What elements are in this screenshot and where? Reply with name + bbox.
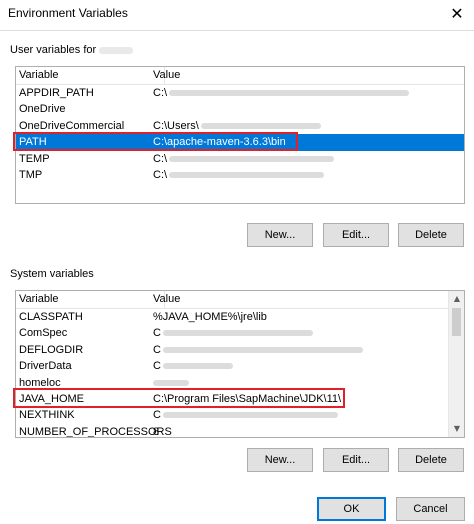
- title-divider: [0, 30, 474, 31]
- title-bar: Environment Variables ✕: [0, 0, 474, 30]
- list-item[interactable]: homeloc: [16, 375, 464, 391]
- list-item[interactable]: JAVA_HOME C:\Program Files\SapMachine\JD…: [16, 391, 464, 407]
- cancel-button[interactable]: Cancel: [396, 497, 465, 521]
- user-edit-button[interactable]: Edit...: [323, 223, 389, 247]
- list-item[interactable]: TEMP C:\: [16, 151, 464, 167]
- vertical-scrollbar[interactable]: ▲ ▼: [448, 291, 464, 437]
- list-item[interactable]: APPDIR_PATH C:\: [16, 85, 464, 101]
- list-item[interactable]: TMP C:\: [16, 167, 464, 183]
- close-icon[interactable]: ✕: [446, 3, 468, 25]
- ok-button[interactable]: OK: [317, 497, 386, 521]
- scroll-up-icon[interactable]: ▲: [449, 291, 464, 307]
- system-variables-list[interactable]: Variable Value CLASSPATH %JAVA_HOME%\jre…: [15, 290, 465, 438]
- scroll-down-icon[interactable]: ▼: [449, 421, 464, 437]
- user-variables-label: User variables for: [10, 44, 134, 56]
- system-list-header: Variable Value: [16, 291, 464, 309]
- list-item[interactable]: CLASSPATH %JAVA_HOME%\jre\lib: [16, 309, 464, 325]
- system-delete-button[interactable]: Delete: [398, 448, 464, 472]
- user-new-button[interactable]: New...: [247, 223, 313, 247]
- column-value[interactable]: Value: [153, 69, 180, 81]
- scroll-thumb[interactable]: [452, 308, 461, 336]
- user-variables-list[interactable]: Variable Value APPDIR_PATH C:\ OneDrive …: [15, 66, 465, 204]
- list-item[interactable]: NEXTHINK C: [16, 407, 464, 423]
- list-item[interactable]: DEFLOGDIR C: [16, 342, 464, 358]
- list-item[interactable]: NUMBER_OF_PROCESSORS 8: [16, 424, 464, 437]
- list-item[interactable]: OneDrive: [16, 101, 464, 117]
- list-item-selected[interactable]: PATH C:\apache-maven-3.6.3\bin: [16, 134, 464, 151]
- system-edit-button[interactable]: Edit...: [323, 448, 389, 472]
- list-item[interactable]: ComSpec C: [16, 325, 464, 341]
- user-delete-button[interactable]: Delete: [398, 223, 464, 247]
- system-new-button[interactable]: New...: [247, 448, 313, 472]
- column-variable[interactable]: Variable: [19, 69, 59, 81]
- redacted-username: [99, 46, 134, 54]
- list-item[interactable]: OneDriveCommercial C:\Users\: [16, 118, 464, 134]
- user-list-header: Variable Value: [16, 67, 464, 85]
- list-item[interactable]: DriverData C: [16, 358, 464, 374]
- window-title: Environment Variables: [8, 6, 128, 20]
- system-variables-label: System variables: [10, 268, 94, 280]
- column-value[interactable]: Value: [153, 293, 180, 305]
- column-variable[interactable]: Variable: [19, 293, 59, 305]
